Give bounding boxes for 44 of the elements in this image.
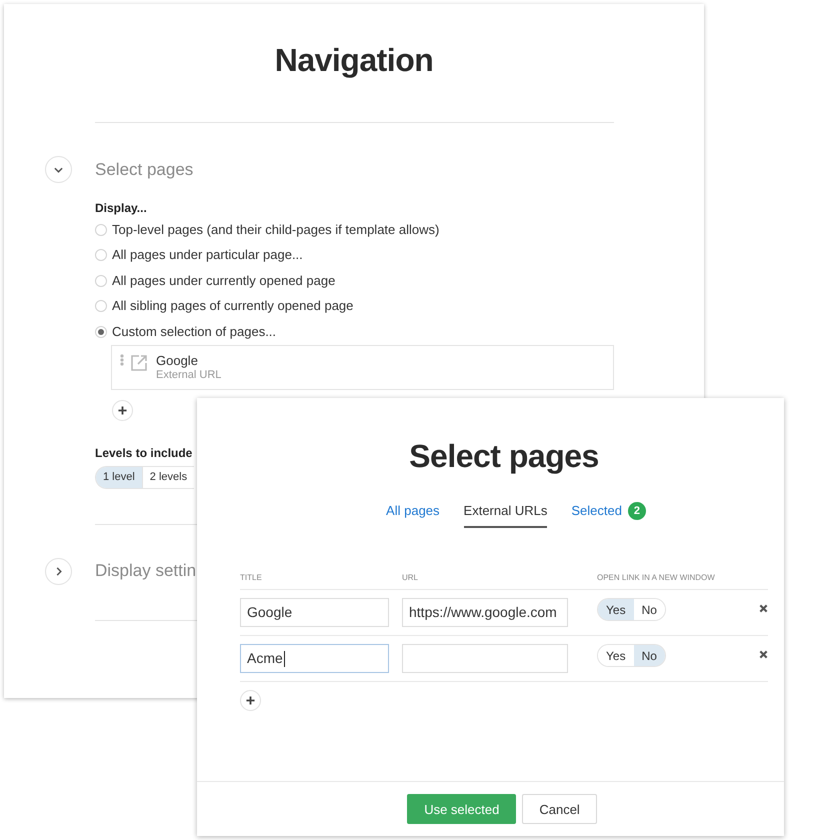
tab[interactable]: Selected 2 xyxy=(571,502,646,528)
toggle-option[interactable]: Yes xyxy=(598,599,634,620)
level-option[interactable]: 1 level xyxy=(96,466,142,488)
dialog-title: Select pages xyxy=(409,437,599,476)
option-label: All pages under particular page... xyxy=(112,246,303,264)
tab[interactable]: External URLs xyxy=(464,502,548,528)
count-badge: 2 xyxy=(628,502,646,520)
option-label: Custom selection of pages... xyxy=(112,322,276,341)
url-field[interactable] xyxy=(402,644,568,673)
option-label: All sibling pages of currently opened page xyxy=(112,297,354,316)
chevron-right-icon xyxy=(56,566,62,576)
selected-page-card[interactable]: Google External URL xyxy=(111,344,614,390)
column-header: URL xyxy=(402,573,418,583)
option-label: Top-level pages (and their child-pages if template allows) xyxy=(112,220,440,239)
add-button[interactable] xyxy=(240,690,261,711)
expand-toggle-button[interactable] xyxy=(45,558,72,584)
radio-button[interactable] xyxy=(95,249,107,262)
expand-toggle-button[interactable] xyxy=(45,156,72,183)
plus-icon xyxy=(118,406,127,414)
radio-button[interactable] xyxy=(95,326,107,338)
radio-button[interactable] xyxy=(95,300,107,312)
plus-icon xyxy=(246,696,255,705)
page-type-label: External URL xyxy=(156,368,222,382)
column-header: OPEN LINK IN A NEW WINDOW xyxy=(597,573,715,583)
close-icon[interactable] xyxy=(759,604,768,613)
display-label: Display... xyxy=(95,200,147,217)
toggle-option[interactable]: No xyxy=(634,645,665,666)
close-icon[interactable] xyxy=(759,650,768,659)
page-title: Navigation xyxy=(274,41,434,80)
chevron-down-icon xyxy=(54,166,63,172)
add-button[interactable] xyxy=(112,400,133,420)
column-header: TITLE xyxy=(240,573,262,583)
drag-handle-icon[interactable] xyxy=(120,354,124,366)
radio-button[interactable] xyxy=(95,274,107,287)
title-field[interactable]: Google xyxy=(240,598,389,627)
tab[interactable]: All pages xyxy=(386,502,440,528)
levels-label: Levels to include xyxy=(95,444,192,462)
radio-button[interactable] xyxy=(95,224,107,236)
option-label: All pages under currently opened page xyxy=(112,272,336,290)
external-link-icon xyxy=(130,354,148,372)
url-field[interactable]: https://www.google.com xyxy=(402,598,568,627)
page-name: Google xyxy=(156,352,199,368)
title-field[interactable]: Acme xyxy=(240,644,389,673)
cancel-button[interactable]: Cancel xyxy=(522,794,597,824)
